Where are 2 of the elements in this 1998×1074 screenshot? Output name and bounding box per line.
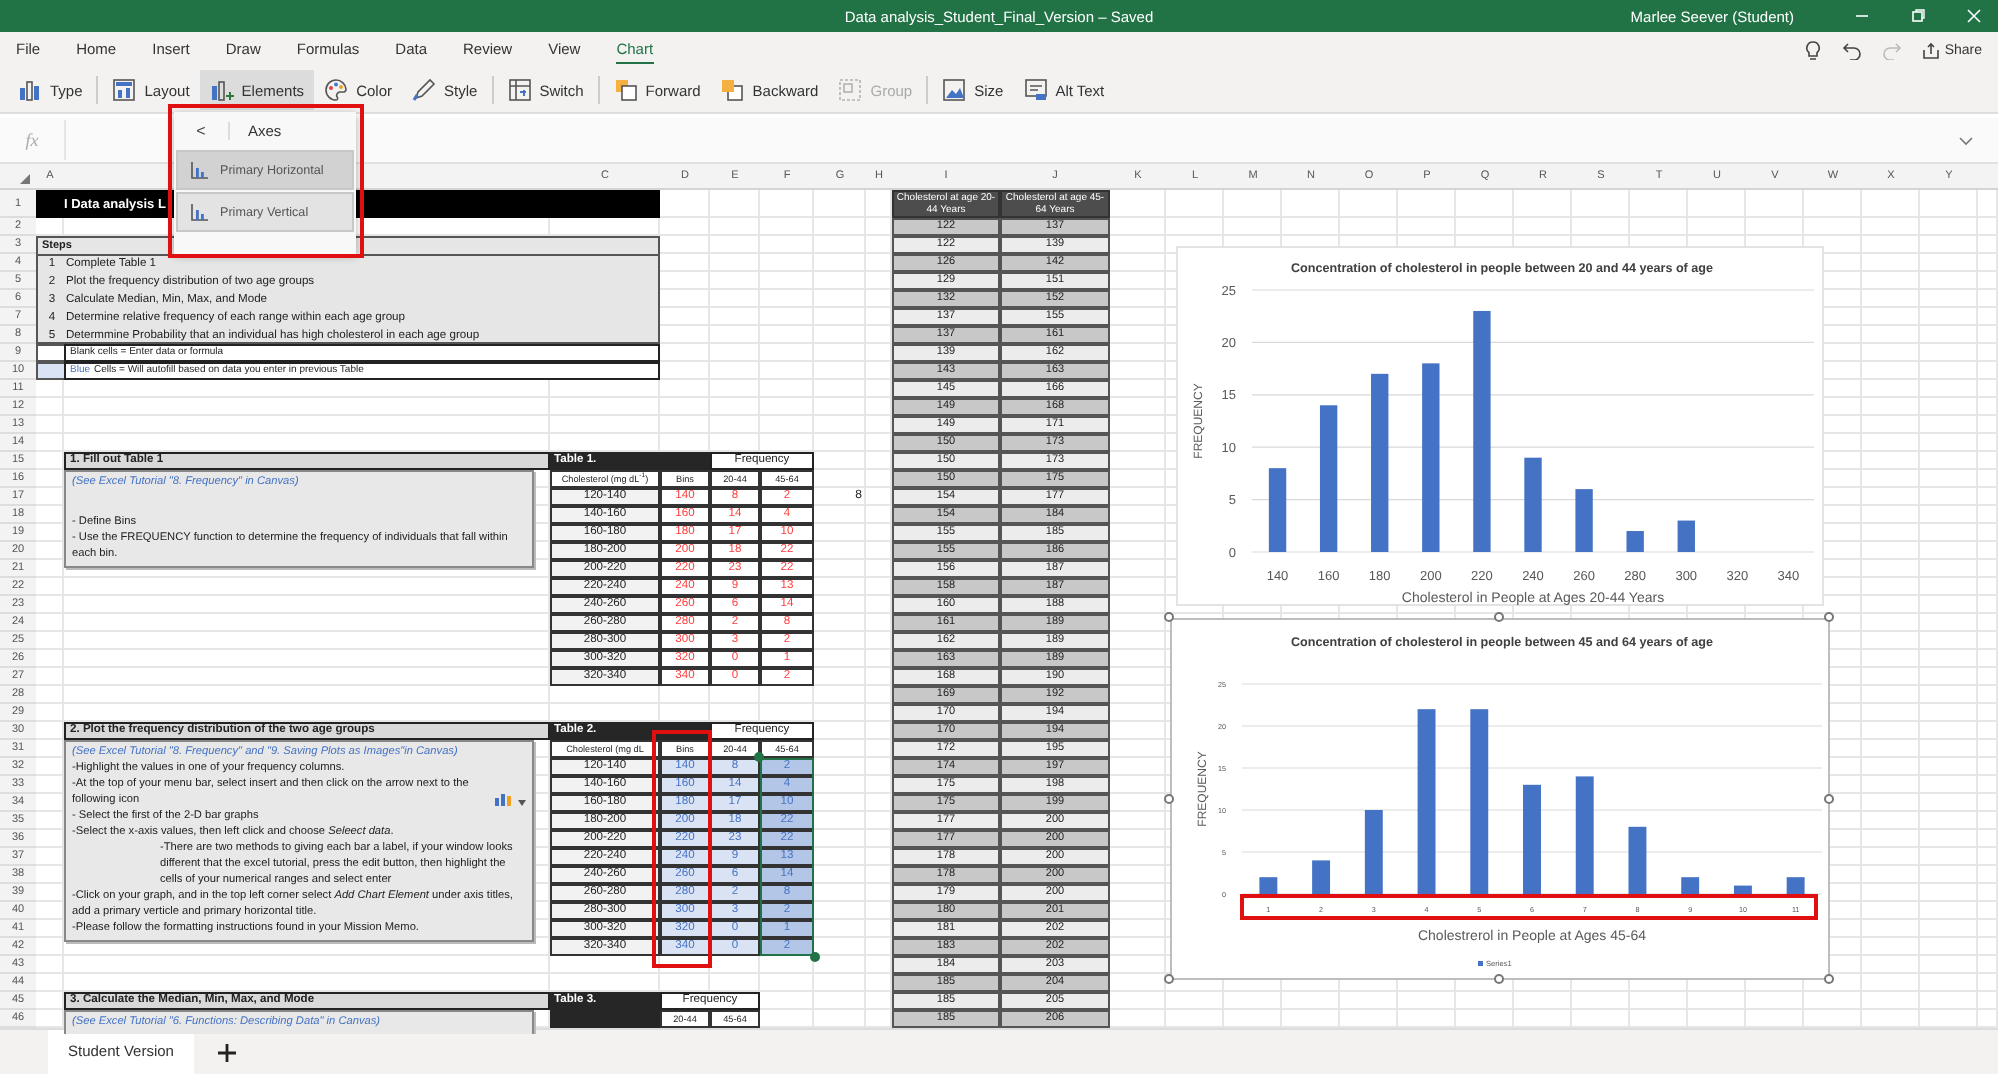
function-label: fx	[23, 130, 41, 150]
back-button[interactable]: <	[174, 121, 230, 139]
